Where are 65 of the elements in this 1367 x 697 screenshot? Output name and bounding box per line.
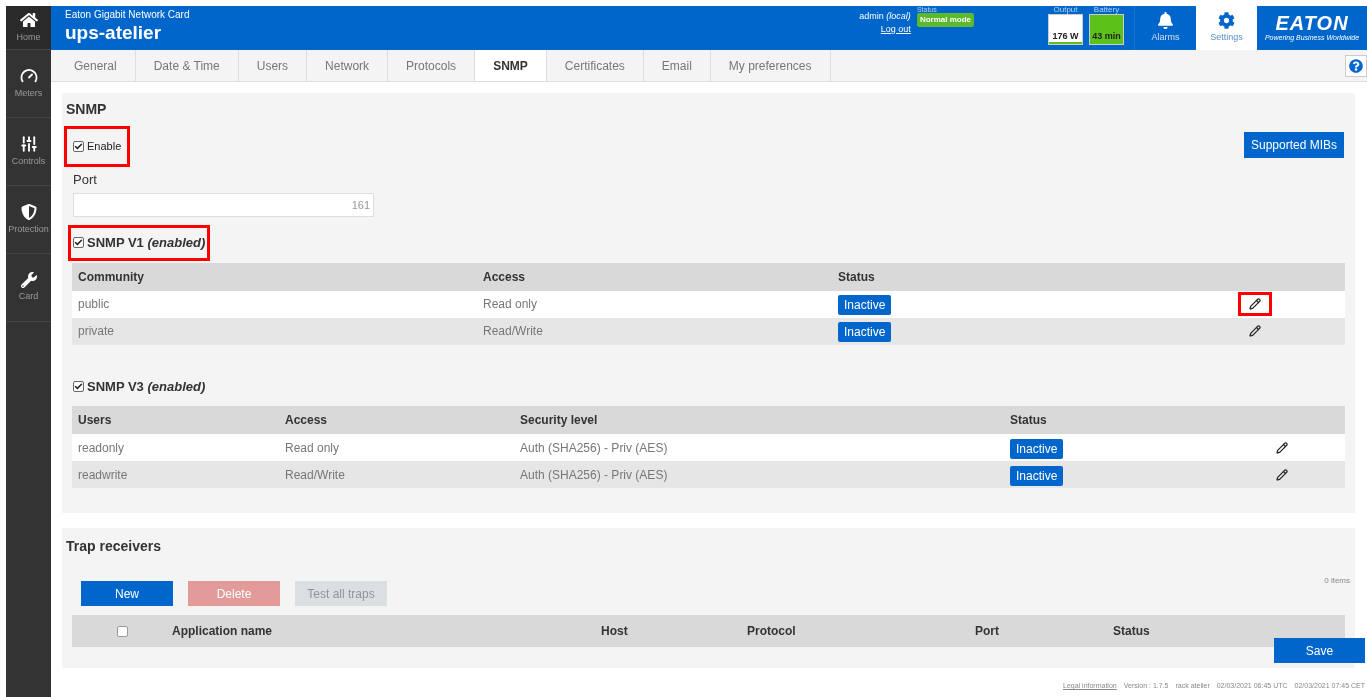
table-cell-text: Read only [482, 296, 539, 313]
status-badge: Inactive [838, 295, 892, 315]
save-button[interactable]: Save [1274, 638, 1365, 663]
status-badge: Inactive [1010, 465, 1064, 486]
table-cell-text: readonly [77, 439, 126, 457]
table-cell-text: public [77, 296, 111, 313]
checkbox-label: Enable [87, 139, 122, 154]
pencil-icon[interactable] [1249, 325, 1261, 337]
meter-reading: 43 min [1090, 29, 1123, 44]
column-header: Status [837, 268, 876, 286]
nav-button[interactable]: Settings [1196, 6, 1257, 50]
device-subtitle: Eaton Gigabit Network Card [65, 9, 190, 21]
enable-checkbox[interactable] [73, 140, 84, 152]
pencil-icon[interactable] [1276, 468, 1288, 481]
column-header: Protocol [747, 623, 797, 640]
column-header: Access [284, 412, 329, 429]
status-badge: Normal mode [916, 13, 974, 27]
item-count: 0 items [1324, 575, 1350, 587]
column-header: Status [1009, 412, 1048, 429]
column-header: Users [77, 412, 113, 429]
table-cell-text: Auth (SHA256) - Priv (AES) [519, 439, 669, 457]
wrench-icon [20, 271, 37, 288]
pencil-icon[interactable] [1276, 441, 1288, 454]
table-cell-text: private [77, 323, 116, 340]
select-all-checkbox[interactable] [116, 625, 128, 637]
checkbox[interactable] [73, 380, 84, 392]
field-label: Port [73, 170, 98, 189]
meter-label: Output [1053, 6, 1078, 14]
table-cell-text: Read only [284, 439, 341, 457]
home-icon [19, 10, 38, 29]
column-header: Host [601, 623, 629, 640]
checkbox[interactable] [73, 237, 84, 249]
table-cell-text: readwrite [77, 466, 129, 484]
section-label: SNMP V3 (enabled) [87, 377, 206, 396]
section-title: Trap receivers [66, 537, 162, 556]
logout-link[interactable]: Log out [880, 22, 911, 36]
column-header: Port [975, 623, 1000, 640]
settings-icon [1218, 11, 1235, 29]
column-header: Security level [519, 412, 599, 429]
column-header: Access [482, 268, 527, 286]
meter-reading: 176 W [1049, 29, 1082, 44]
status-badge: Inactive [838, 322, 892, 342]
column-header: Status [1113, 623, 1151, 640]
meter-label: Battery [1093, 6, 1120, 14]
section-title: SNMP [66, 100, 108, 119]
help-icon [1349, 59, 1363, 73]
column-header: Application name [172, 623, 273, 640]
help-button[interactable] [1345, 55, 1367, 77]
table-cell-text: Auth (SHA256) - Priv (AES) [519, 466, 669, 484]
table-cell-text: Read/Write [284, 466, 346, 484]
port-field[interactable]: 161 [73, 193, 374, 217]
supported-mibs-button[interactable]: Supported MIBs [1243, 132, 1344, 158]
toolbar-button[interactable]: New [81, 581, 173, 606]
table-cell-text: Read/Write [482, 323, 544, 340]
sliders-icon [19, 134, 38, 153]
user-name: admin (local) [859, 10, 911, 22]
device-title: ups-atelier [65, 21, 163, 45]
tab[interactable]: SNMP [475, 50, 547, 81]
pencil-icon[interactable] [1249, 298, 1261, 310]
bell-icon [1157, 11, 1174, 29]
gauge-icon [19, 66, 38, 85]
shield-icon [20, 202, 37, 221]
column-header: Community [77, 268, 145, 286]
section-label: SNMP V1 (enabled) [87, 234, 206, 252]
status-badge: Inactive [1010, 438, 1064, 459]
